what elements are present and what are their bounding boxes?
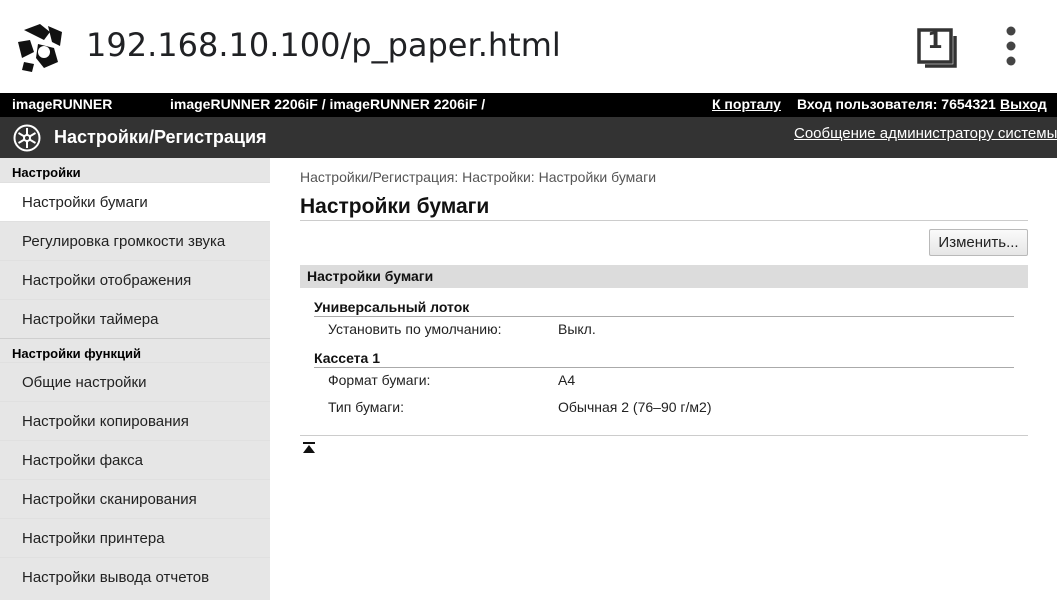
mp-tray-divider — [314, 316, 1014, 317]
login-info: Вход пользователя: 7654321 — [797, 96, 996, 112]
page-section-title: Настройки/Регистрация — [54, 127, 267, 147]
sidebar-item-paper-settings[interactable]: Настройки бумаги — [0, 182, 270, 221]
sidebar-item-copy[interactable]: Настройки копирования — [0, 401, 270, 440]
browser-toolbar: 192.168.10.100/p_paper.html 1 — [0, 0, 1057, 93]
sidebar-item-timer[interactable]: Настройки таймера — [0, 299, 270, 338]
change-button[interactable]: Изменить... — [929, 229, 1028, 256]
top-header: imageRUNNER imageRUNNER 2206iF / imageRU… — [0, 93, 1057, 117]
paper-type-label: Тип бумаги: — [328, 399, 405, 415]
logout-link[interactable]: Выход — [1000, 96, 1047, 112]
more-vert-icon[interactable] — [1001, 26, 1021, 68]
sidebar-item-common[interactable]: Общие настройки — [0, 362, 270, 401]
sidebar-item-reports[interactable]: Настройки вывода отчетов — [0, 557, 270, 596]
admin-message-link[interactable]: Сообщение администратору системы — [794, 125, 1057, 142]
cassette1-heading: Кассета 1 — [314, 350, 380, 366]
sidebar-item-scan[interactable]: Настройки сканирования — [0, 479, 270, 518]
back-to-top-icon[interactable] — [302, 441, 316, 455]
cassette1-divider — [314, 367, 1014, 368]
page-title: Настройки бумаги — [300, 195, 490, 218]
sidebar-item-printer[interactable]: Настройки принтера — [0, 518, 270, 557]
default-setting-value: Выкл. — [558, 321, 596, 337]
tab-count: 1 — [927, 29, 943, 54]
site-favicon — [14, 22, 66, 72]
brand-name: imageRUNNER — [12, 96, 113, 112]
address-bar-url[interactable]: 192.168.10.100/p_paper.html — [86, 26, 561, 64]
sidebar: Настройки Настройки бумаги Регулировка г… — [0, 158, 270, 600]
breadcrumb: Настройки/Регистрация: Настройки: Настро… — [300, 169, 657, 185]
sidebar-item-display[interactable]: Настройки отображения — [0, 260, 270, 299]
title-bar: Настройки/Регистрация Сообщение админист… — [0, 117, 1057, 158]
section-header: Настройки бумаги — [300, 265, 1028, 288]
sidebar-group-settings: Настройки — [0, 158, 270, 182]
settings-registration-icon — [13, 124, 41, 152]
portal-link[interactable]: К порталу — [712, 96, 781, 112]
content-divider — [300, 435, 1028, 436]
sidebar-item-fax[interactable]: Настройки факса — [0, 440, 270, 479]
sidebar-item-volume[interactable]: Регулировка громкости звука — [0, 221, 270, 260]
paper-size-label: Формат бумаги: — [328, 372, 431, 388]
default-setting-label: Установить по умолчанию: — [328, 321, 502, 337]
title-divider — [300, 220, 1028, 221]
mp-tray-heading: Универсальный лоток — [314, 299, 470, 315]
paper-size-value: A4 — [558, 372, 576, 388]
sidebar-group-functions: Настройки функций — [0, 338, 270, 362]
device-model: imageRUNNER 2206iF / imageRUNNER 2206iF … — [170, 96, 486, 112]
paper-type-value: Обычная 2 (76–90 г/м2) — [558, 399, 712, 415]
